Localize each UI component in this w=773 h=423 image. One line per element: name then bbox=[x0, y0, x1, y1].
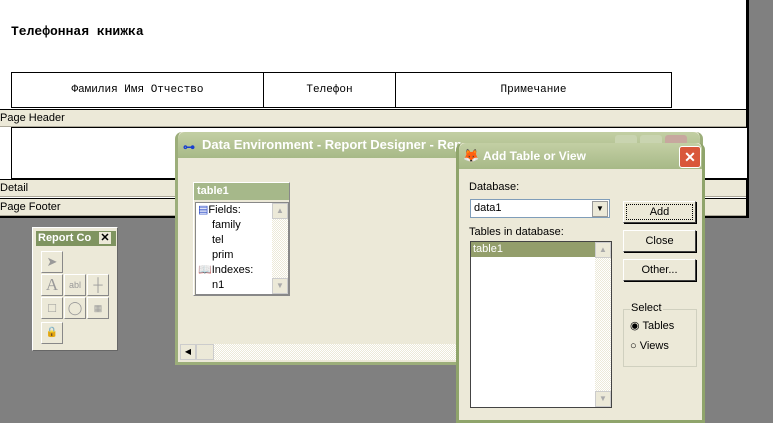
label-tool-icon[interactable]: A bbox=[41, 274, 63, 296]
dialog-close-button[interactable]: ✕ bbox=[679, 146, 701, 168]
dialog-titlebar[interactable]: Add Table or View bbox=[459, 143, 702, 169]
field-list-scrollbar[interactable]: ▲ ▼ bbox=[272, 203, 288, 294]
other-button[interactable]: Other... bbox=[623, 259, 696, 281]
radio-checked-icon: ◉ bbox=[630, 320, 640, 332]
select-label: Select bbox=[630, 302, 663, 314]
tables-listbox[interactable]: table1 ▲ ▼ bbox=[470, 241, 612, 408]
tables-scrollbar[interactable]: ▲ ▼ bbox=[595, 242, 611, 407]
table-field-list[interactable]: ▤Fields: family tel prim 📖Indexes: n1 ▲ … bbox=[195, 202, 289, 295]
window-title: Data Environment - Report Designer - Rep bbox=[202, 137, 463, 152]
chevron-down-icon[interactable]: ▼ bbox=[592, 201, 608, 217]
dialog-title: Add Table or View bbox=[483, 149, 586, 163]
report-controls-toolbar: Report Co ✕ ➤ A abl ┼ □ ◯ ▦ 🔒 bbox=[32, 227, 118, 351]
close-button[interactable]: Close bbox=[623, 230, 696, 252]
rounded-rectangle-tool-icon[interactable]: ◯ bbox=[64, 297, 86, 319]
tables-label: Tables in database: bbox=[469, 226, 564, 238]
radio-unchecked-icon: ○ bbox=[630, 340, 637, 352]
line-tool-icon[interactable]: ┼ bbox=[87, 274, 109, 296]
select-groupbox: Select ◉ Tables ○ Views bbox=[623, 302, 697, 367]
indexes-icon: 📖 bbox=[198, 264, 212, 276]
field-tool-icon[interactable]: abl bbox=[64, 274, 86, 296]
radio-tables[interactable]: ◉ Tables bbox=[630, 319, 674, 332]
database-label: Database: bbox=[469, 181, 520, 193]
database-value: data1 bbox=[474, 202, 502, 214]
radio-views[interactable]: ○ Views bbox=[630, 340, 669, 352]
fox-icon: 🦊 bbox=[463, 148, 480, 163]
scroll-thumb[interactable] bbox=[196, 344, 214, 360]
fields-icon: ▤ bbox=[198, 204, 209, 216]
column-header-name[interactable]: Фамилия Имя Отчество bbox=[11, 72, 264, 108]
table-cursor-table1[interactable]: table1 ▤Fields: family tel prim 📖Indexes… bbox=[193, 182, 290, 296]
column-header-note[interactable]: Примечание bbox=[395, 72, 672, 108]
report-title[interactable]: Телефонная книжка bbox=[11, 24, 144, 39]
database-select[interactable]: data1 ▼ bbox=[470, 199, 610, 218]
close-icon[interactable]: ✕ bbox=[99, 232, 111, 244]
lock-icon[interactable]: 🔒 bbox=[41, 322, 63, 344]
picture-ole-tool-icon[interactable]: ▦ bbox=[87, 297, 109, 319]
add-button[interactable]: Add bbox=[623, 201, 696, 223]
pointer-tool-icon[interactable]: ➤ bbox=[41, 251, 63, 273]
table-name: table1 bbox=[194, 183, 289, 200]
page-header-band[interactable]: Page Header bbox=[0, 109, 746, 127]
add-table-dialog: Add Table or View 🦊 ✕ Database: data1 ▼ … bbox=[456, 143, 705, 423]
horizontal-scrollbar[interactable]: ◀ bbox=[180, 344, 460, 360]
column-header-phone[interactable]: Телефон bbox=[263, 72, 396, 108]
list-item[interactable]: table1 bbox=[471, 242, 597, 257]
data-environment-icon: ⊶ bbox=[183, 140, 195, 154]
rectangle-tool-icon[interactable]: □ bbox=[41, 297, 63, 319]
